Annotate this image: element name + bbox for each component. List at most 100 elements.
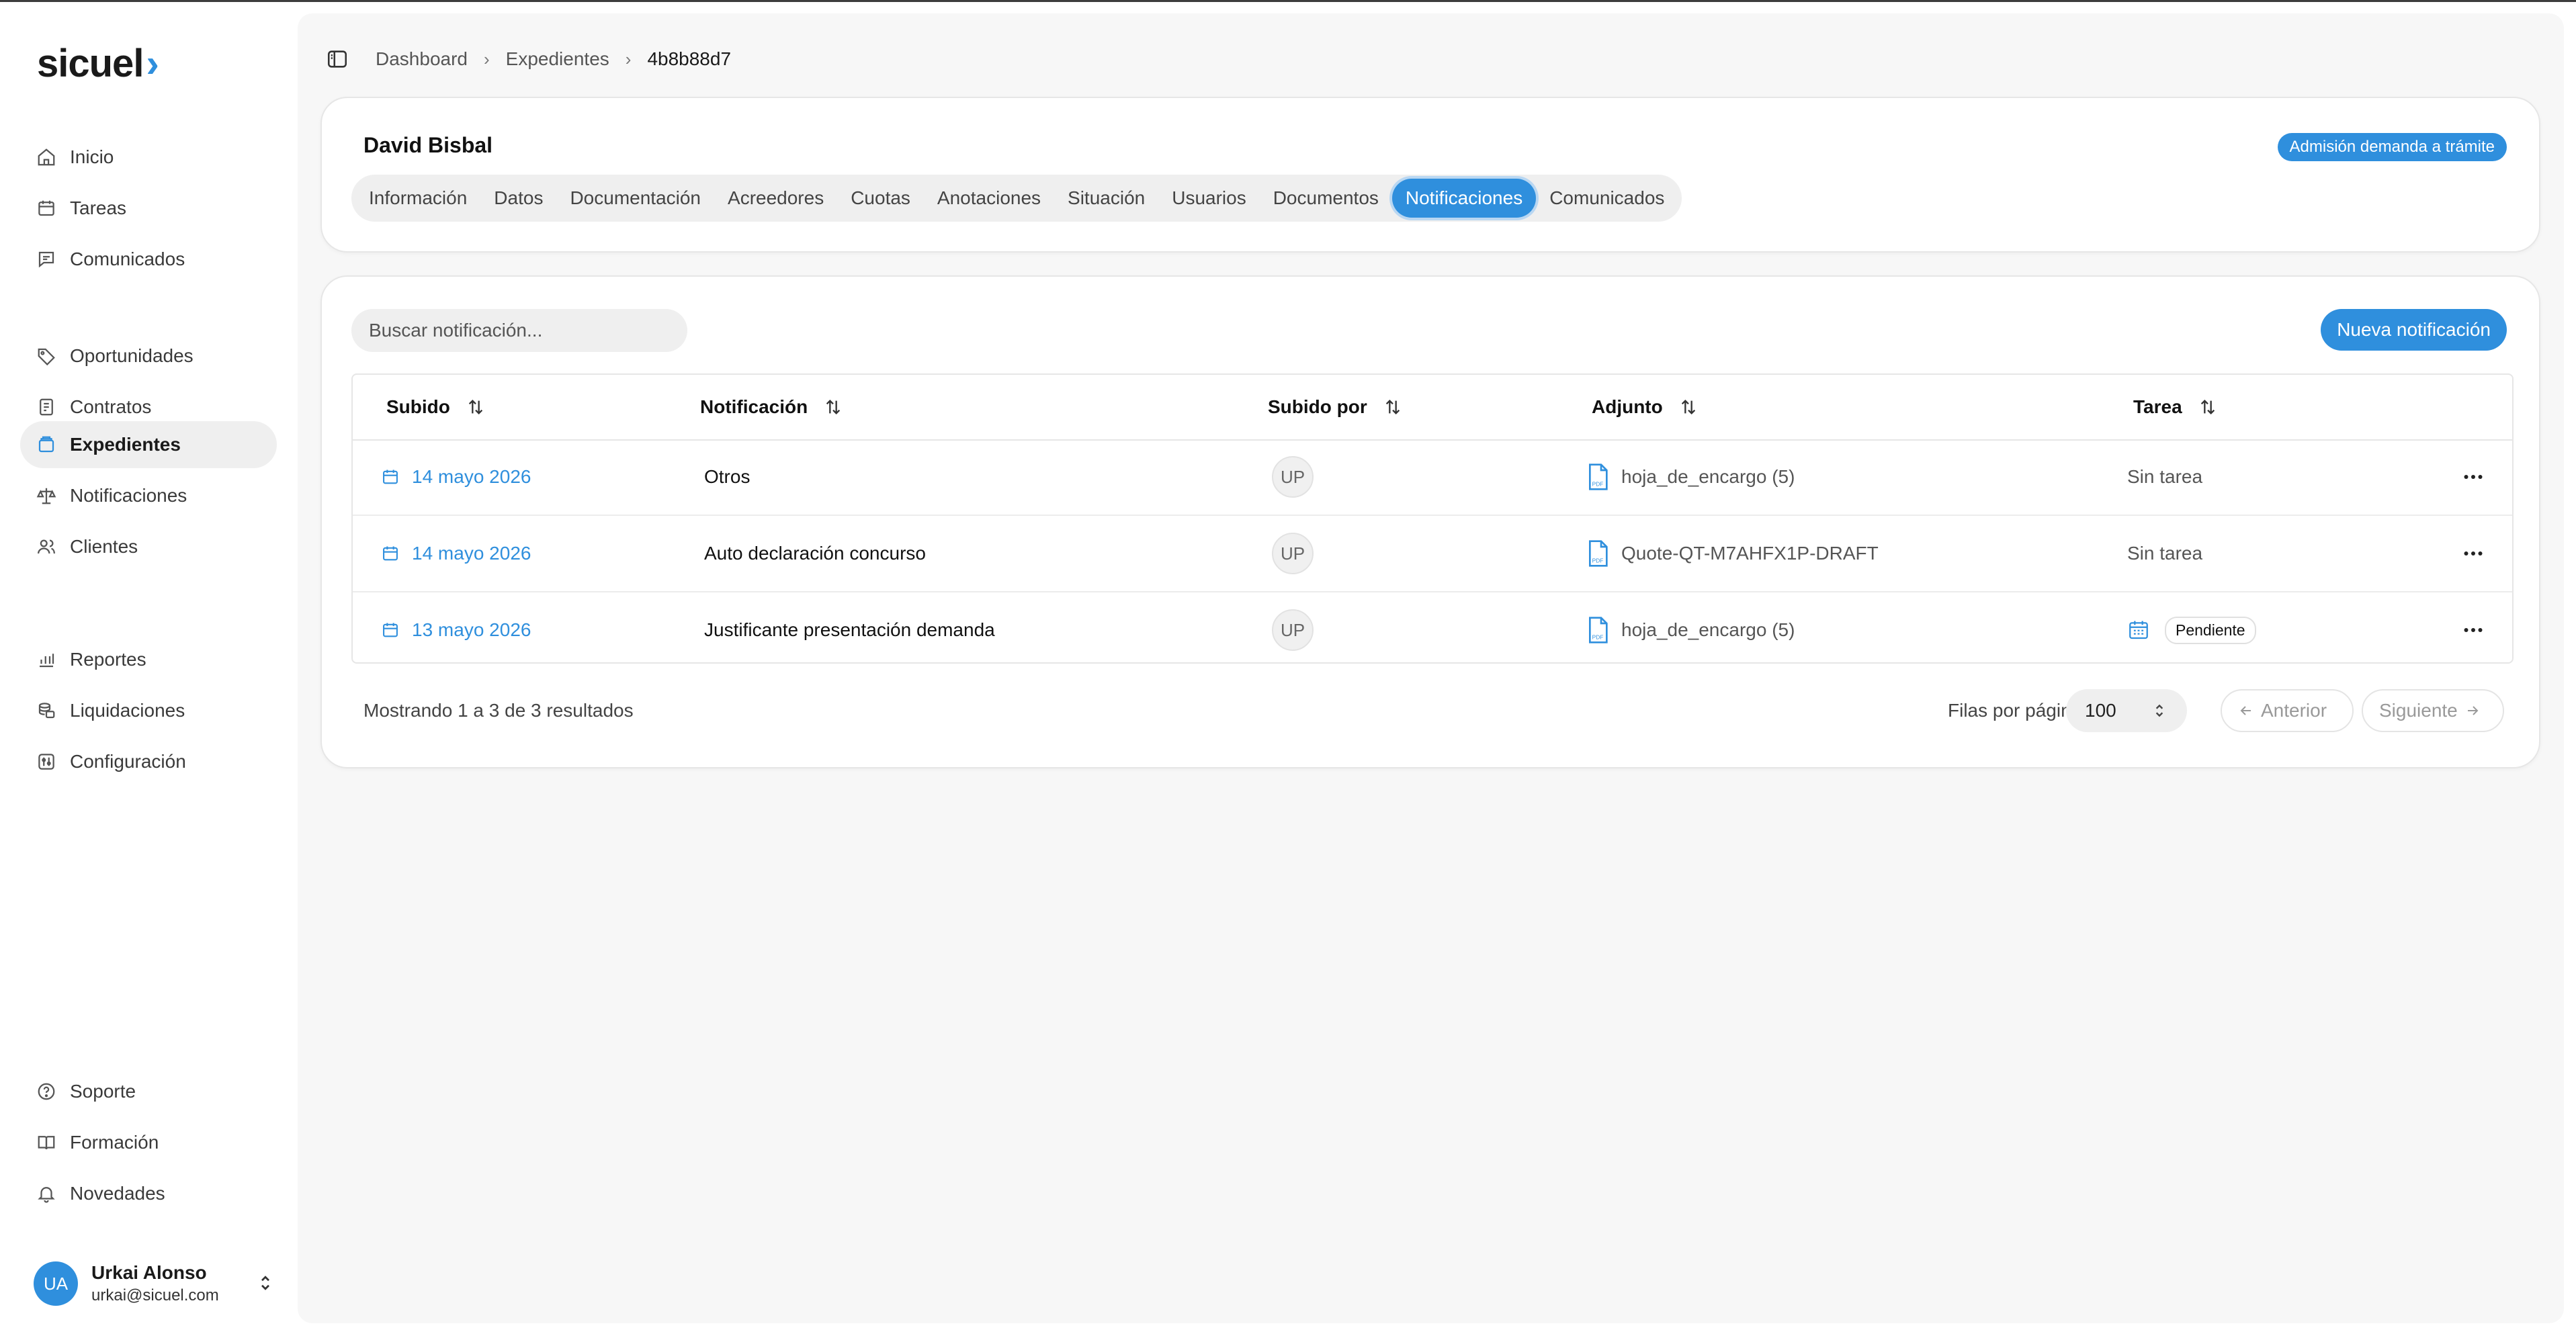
sort-icon[interactable] bbox=[824, 398, 843, 416]
uploader-avatar: UP bbox=[1272, 456, 1314, 498]
column-header-adjunto[interactable]: Adjunto bbox=[1592, 375, 1698, 439]
scale-icon bbox=[36, 486, 56, 506]
sidebar-item-configuracion[interactable]: Configuración bbox=[20, 738, 277, 785]
breadcrumb-dashboard[interactable]: Dashboard bbox=[376, 48, 468, 70]
sidebar-item-comunicados[interactable]: Comunicados bbox=[20, 236, 277, 283]
sidebar-item-inicio[interactable]: Inicio bbox=[20, 134, 277, 181]
more-options-icon[interactable] bbox=[2461, 618, 2485, 642]
sidebar-item-label: Expedientes bbox=[70, 434, 181, 455]
date-cell[interactable]: 14 mayo 2026 bbox=[381, 516, 531, 591]
tab-informacion[interactable]: Información bbox=[355, 179, 480, 218]
sidebar-item-novedades[interactable]: Novedades bbox=[20, 1170, 277, 1217]
sidebar-item-liquidaciones[interactable]: Liquidaciones bbox=[20, 687, 277, 734]
more-options-icon[interactable] bbox=[2461, 465, 2485, 489]
sort-icon[interactable] bbox=[2198, 398, 2217, 416]
message-icon bbox=[36, 249, 56, 269]
column-header-tarea[interactable]: Tarea bbox=[2133, 375, 2217, 439]
sidebar-item-clientes[interactable]: Clientes bbox=[20, 523, 277, 570]
sidebar-item-label: Notificaciones bbox=[70, 485, 187, 506]
tab-usuarios[interactable]: Usuarios bbox=[1158, 179, 1259, 218]
attachment-link[interactable]: PDF hoja_de_encargo (5) bbox=[1586, 592, 1795, 662]
calendar-grid-icon bbox=[2129, 621, 2148, 639]
task-status-pill: Pendiente bbox=[2165, 616, 2256, 644]
breadcrumb-expedientes[interactable]: Expedientes bbox=[506, 48, 609, 70]
user-email: urkai@sicuel.com bbox=[91, 1286, 219, 1304]
svg-text:PDF: PDF bbox=[1592, 633, 1604, 640]
tab-documentos[interactable]: Documentos bbox=[1260, 179, 1392, 218]
main-content: Dashboard › Expedientes › 4b8b88d7 David… bbox=[298, 13, 2564, 1323]
arrow-right-icon bbox=[2467, 706, 2479, 715]
sidebar-item-tareas[interactable]: Tareas bbox=[20, 185, 277, 232]
tab-cuotas[interactable]: Cuotas bbox=[837, 179, 924, 218]
breadcrumb: Dashboard › Expedientes › 4b8b88d7 bbox=[326, 44, 731, 74]
rows-per-page-select[interactable]: 100 bbox=[2066, 689, 2187, 732]
column-header-subido[interactable]: Subido bbox=[386, 375, 485, 439]
user-name: Urkai Alonso bbox=[91, 1262, 207, 1283]
attachment-link[interactable]: PDF Quote-QT-M7AHFX1P-DRAFT bbox=[1586, 516, 1879, 591]
sort-icon[interactable] bbox=[1383, 398, 1402, 416]
notification-name: Otros bbox=[704, 466, 750, 487]
rows-per-page-label: Filas por página bbox=[1948, 700, 2082, 721]
sidebar-item-label: Comunicados bbox=[70, 249, 185, 269]
tab-comunicados[interactable]: Comunicados bbox=[1536, 179, 1678, 218]
sidebar-item-notificaciones[interactable]: Notificaciones bbox=[20, 472, 277, 519]
previous-page-button[interactable]: Anterior bbox=[2221, 689, 2354, 732]
new-notification-button[interactable]: Nueva notificación bbox=[2321, 309, 2507, 351]
column-header-notificacion[interactable]: Notificación bbox=[700, 375, 843, 439]
calendar-icon bbox=[36, 198, 56, 218]
home-icon bbox=[36, 147, 56, 167]
status-badge: Admisión demanda a trámite bbox=[2277, 133, 2507, 161]
calendar-icon bbox=[383, 470, 398, 484]
tab-situacion[interactable]: Situación bbox=[1054, 179, 1158, 218]
sidebar-item-formacion[interactable]: Formación bbox=[20, 1119, 277, 1166]
column-header-subido-por[interactable]: Subido por bbox=[1268, 375, 1402, 439]
notifications-card: Nueva notificación Subido Notificación S… bbox=[320, 275, 2540, 768]
sidebar-item-label: Reportes bbox=[70, 649, 146, 670]
sidebar-item-expedientes[interactable]: Expedientes bbox=[20, 421, 277, 468]
sidebar-toggle-icon[interactable] bbox=[326, 48, 349, 71]
tab-documentacion[interactable]: Documentación bbox=[556, 179, 714, 218]
task-status: Sin tarea bbox=[2127, 543, 2203, 564]
folder-stack-icon bbox=[36, 435, 56, 455]
chevrons-up-down-icon[interactable] bbox=[255, 1273, 275, 1293]
attachment-link[interactable]: PDF hoja_de_encargo (5) bbox=[1586, 439, 1795, 515]
bell-icon bbox=[36, 1184, 56, 1204]
uploader-avatar: UP bbox=[1272, 609, 1314, 651]
table-row[interactable]: 14 mayo 2026 Otros UP PDF hoja_de_encarg… bbox=[353, 439, 2512, 516]
task-cell[interactable]: Pendiente bbox=[2127, 592, 2256, 662]
app-logo[interactable]: sicuel› bbox=[37, 41, 159, 86]
users-icon bbox=[36, 537, 56, 557]
sort-icon[interactable] bbox=[1679, 398, 1698, 416]
chevron-right-icon: › bbox=[483, 48, 490, 69]
search-input[interactable] bbox=[351, 309, 687, 352]
book-icon bbox=[36, 1132, 56, 1153]
task-status: Sin tarea bbox=[2127, 466, 2203, 487]
uploader-avatar: UP bbox=[1272, 533, 1314, 574]
sidebar-item-label: Inicio bbox=[70, 146, 114, 167]
sidebar-item-soporte[interactable]: Soporte bbox=[20, 1068, 277, 1115]
bar-chart-icon bbox=[36, 650, 56, 670]
notification-name: Auto declaración concurso bbox=[704, 543, 926, 564]
notifications-table: Subido Notificación Subido por Adjunto T… bbox=[351, 373, 2514, 664]
next-page-button[interactable]: Siguiente bbox=[2362, 689, 2504, 732]
date-cell[interactable]: 13 mayo 2026 bbox=[381, 592, 531, 662]
case-tabs: Información Datos Documentación Acreedor… bbox=[351, 175, 1682, 222]
calendar-icon bbox=[383, 546, 398, 561]
tab-anotaciones[interactable]: Anotaciones bbox=[924, 179, 1054, 218]
sidebar-item-label: Configuración bbox=[70, 751, 186, 772]
date-cell[interactable]: 14 mayo 2026 bbox=[381, 439, 531, 515]
sidebar-item-label: Contratos bbox=[70, 396, 152, 417]
sort-icon[interactable] bbox=[466, 398, 485, 416]
more-options-icon[interactable] bbox=[2461, 541, 2485, 566]
tab-notificaciones[interactable]: Notificaciones bbox=[1391, 179, 1537, 218]
sidebar-item-reportes[interactable]: Reportes bbox=[20, 636, 277, 683]
sidebar-item-oportunidades[interactable]: Oportunidades bbox=[20, 332, 277, 380]
tab-acreedores[interactable]: Acreedores bbox=[714, 179, 837, 218]
table-row[interactable]: 13 mayo 2026 Justificante presentación d… bbox=[353, 592, 2512, 662]
table-row[interactable]: 14 mayo 2026 Auto declaración concurso U… bbox=[353, 516, 2512, 592]
sidebar-item-label: Novedades bbox=[70, 1183, 165, 1204]
user-menu[interactable]: UA Urkai Alonso urkai@sicuel.com bbox=[34, 1257, 275, 1310]
tab-datos[interactable]: Datos bbox=[480, 179, 556, 218]
contract-icon bbox=[36, 397, 56, 417]
calendar-icon bbox=[383, 623, 398, 637]
